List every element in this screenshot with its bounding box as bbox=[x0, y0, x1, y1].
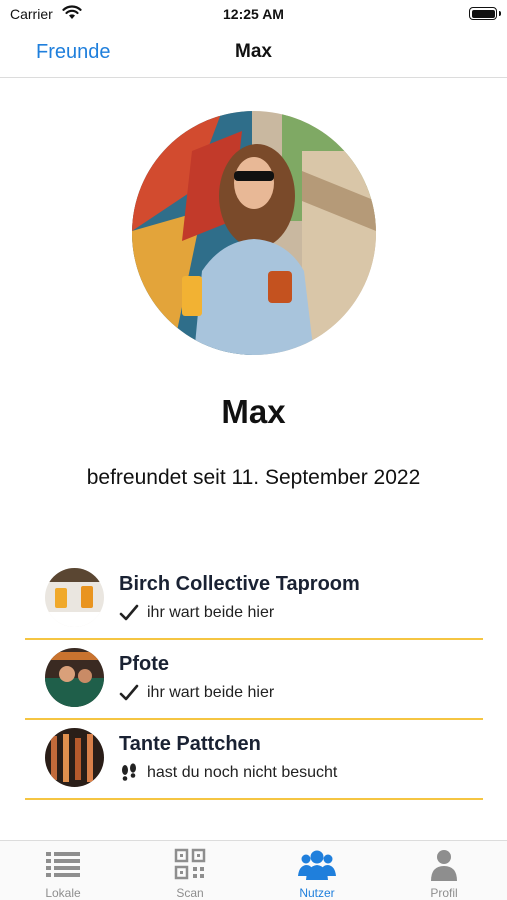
page-title: Max bbox=[235, 41, 272, 62]
venue-name: Tante Pattchen bbox=[119, 733, 261, 755]
tab-scan[interactable]: Scan bbox=[127, 841, 253, 900]
tab-nutzer[interactable]: Nutzer bbox=[254, 841, 380, 900]
tab-label: Lokale bbox=[45, 886, 81, 900]
checkmark-icon bbox=[119, 684, 139, 701]
footprints-icon bbox=[122, 763, 136, 781]
venue-status: ihr wart beide hier bbox=[119, 603, 274, 623]
venue-status: hast du noch nicht besucht bbox=[119, 763, 337, 783]
venue-thumbnail bbox=[45, 568, 104, 627]
tab-lokale[interactable]: Lokale bbox=[0, 841, 126, 900]
venue-status-label: hast du noch nicht besucht bbox=[147, 764, 338, 781]
person-icon bbox=[431, 850, 457, 881]
profile-avatar bbox=[132, 111, 376, 355]
profile-name: Max bbox=[221, 393, 286, 430]
checkmark-icon bbox=[119, 604, 139, 621]
tab-label: Scan bbox=[176, 886, 204, 900]
list-item[interactable]: Birch Collective Taproom ihr wart beide … bbox=[25, 560, 483, 640]
venue-status: ihr wart beide hier bbox=[119, 683, 274, 703]
friends-since-text: befreundet seit 11. September 2022 bbox=[86, 466, 421, 489]
tab-profil[interactable]: Profil bbox=[381, 841, 507, 900]
list-item[interactable]: Pfote ihr wart beide hier bbox=[25, 640, 483, 720]
venue-list: Birch Collective Taproom ihr wart beide … bbox=[25, 560, 483, 800]
battery-icon bbox=[469, 7, 501, 20]
tab-label: Profil bbox=[430, 886, 458, 900]
venue-thumbnail bbox=[45, 728, 104, 787]
list-item[interactable]: Tante Pattchen hast du noch nicht besuch… bbox=[25, 720, 483, 800]
users-icon bbox=[298, 850, 336, 880]
tab-bar: Lokale Scan Nutzer Profil bbox=[0, 840, 507, 900]
clock: 12:25 AM bbox=[223, 6, 284, 22]
venue-thumbnail bbox=[45, 648, 104, 707]
status-bar: Carrier 12:25 AM bbox=[0, 0, 507, 30]
venue-name: Birch Collective Taproom bbox=[119, 573, 360, 595]
venue-status-label: ihr wart beide hier bbox=[147, 604, 275, 621]
venue-status-label: ihr wart beide hier bbox=[147, 684, 275, 701]
venue-name: Pfote bbox=[119, 653, 169, 675]
list-icon bbox=[46, 852, 80, 877]
tab-label: Nutzer bbox=[299, 886, 335, 900]
qr-code-icon bbox=[174, 848, 206, 880]
navigation-bar: Freunde Max bbox=[0, 30, 507, 78]
